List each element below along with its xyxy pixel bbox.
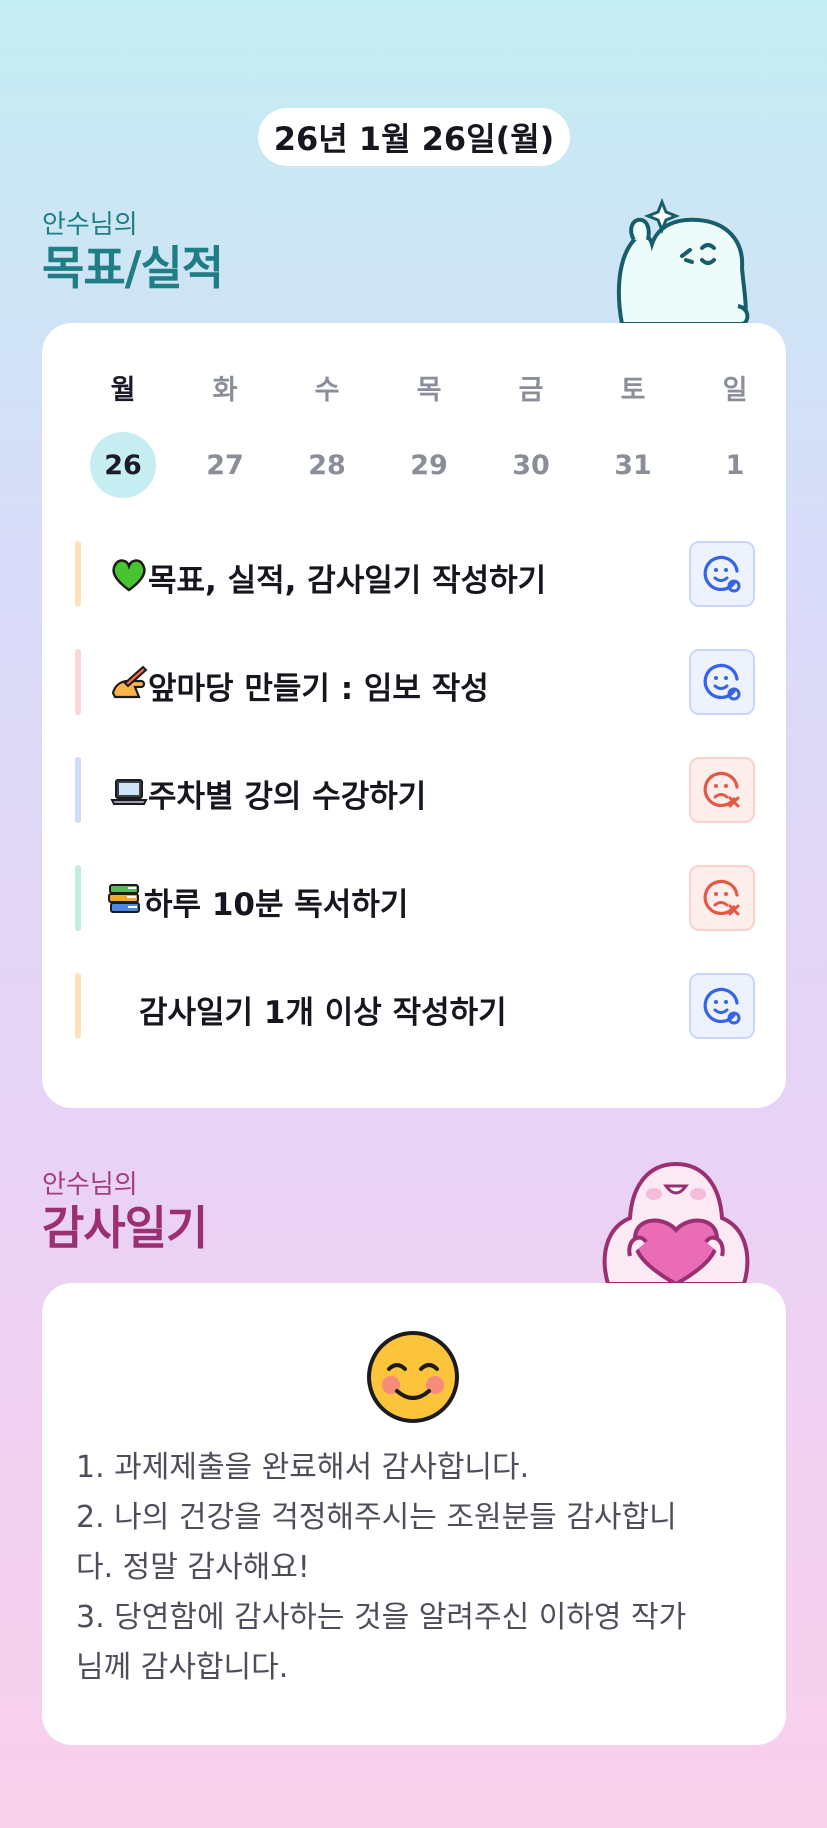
task-label: 앞마당 만들기 : 임보 작성 bbox=[148, 671, 489, 707]
date-cell-selected[interactable]: 26 bbox=[72, 432, 174, 498]
diary-section-title: 감사일기 bbox=[42, 1201, 208, 1255]
task-color-bar bbox=[75, 865, 81, 931]
smile-face-icon bbox=[703, 987, 741, 1025]
date-cell[interactable]: 31 bbox=[582, 433, 684, 497]
weekday-label: 일 bbox=[722, 375, 748, 406]
task-label: 주차별 강의 수강하기 bbox=[148, 779, 427, 815]
weekday-label: 목 bbox=[416, 375, 442, 406]
weekday-row: 월 화 수 목 금 토 일 bbox=[72, 368, 786, 407]
writing-hand-icon bbox=[111, 665, 148, 699]
task-item[interactable]: 주차별 강의 수강하기 bbox=[75, 757, 755, 823]
missed-status-button[interactable] bbox=[689, 757, 755, 823]
weekday-label: 토 bbox=[620, 375, 646, 406]
task-label: 감사일기 1개 이상 작성하기 bbox=[139, 995, 507, 1031]
date-cell[interactable]: 29 bbox=[378, 433, 480, 497]
sad-face-icon bbox=[703, 771, 740, 808]
date-label: 26년 1월 26일(월) bbox=[273, 120, 555, 158]
weekday-label: 화 bbox=[212, 375, 238, 406]
task-item[interactable]: 앞마당 만들기 : 임보 작성 bbox=[75, 649, 755, 715]
date-cell[interactable]: 27 bbox=[174, 433, 276, 497]
smile-face-icon bbox=[703, 555, 741, 593]
green-heart-icon bbox=[112, 559, 146, 592]
goals-section-title: 목표/실적 bbox=[42, 241, 224, 295]
sad-face-icon bbox=[703, 879, 740, 916]
books-icon bbox=[108, 884, 140, 913]
date-cell[interactable]: 30 bbox=[480, 433, 582, 497]
task-color-bar bbox=[75, 757, 81, 823]
achieved-status-button[interactable] bbox=[689, 541, 755, 607]
date-cell[interactable]: 1 bbox=[684, 433, 786, 497]
smiling-face-icon bbox=[367, 1331, 459, 1423]
task-color-bar bbox=[75, 541, 81, 607]
weekday-label: 수 bbox=[314, 375, 340, 406]
laptop-icon bbox=[110, 779, 148, 805]
date-row: 26 27 28 29 30 31 1 bbox=[72, 432, 786, 498]
task-label: 목표, 실적, 감사일기 작성하기 bbox=[148, 563, 547, 599]
diary-entry-text: 1. 과제제출을 완료해서 감사합니다. 2. 나의 건강을 걱정해주시는 조원… bbox=[76, 1450, 687, 1685]
date-pill[interactable]: 26년 1월 26일(월) bbox=[258, 108, 570, 166]
task-label: 하루 10분 독서하기 bbox=[144, 887, 409, 923]
task-item[interactable]: 감사일기 1개 이상 작성하기 bbox=[75, 973, 755, 1039]
weekday-label: 금 bbox=[518, 375, 544, 406]
weekday-label: 월 bbox=[110, 375, 136, 406]
goals-card: 월 화 수 목 금 토 일 26 27 28 29 30 31 1 목표, 실적… bbox=[42, 323, 786, 1108]
task-item[interactable]: 목표, 실적, 감사일기 작성하기 bbox=[75, 541, 755, 607]
task-color-bar bbox=[75, 649, 81, 715]
mascot-heart-icon bbox=[602, 1161, 750, 1284]
mascot-thumbs-up-icon bbox=[616, 197, 750, 324]
achieved-status-button[interactable] bbox=[689, 649, 755, 715]
date-cell[interactable]: 28 bbox=[276, 433, 378, 497]
achieved-status-button[interactable] bbox=[689, 973, 755, 1039]
task-item[interactable]: 하루 10분 독서하기 bbox=[75, 865, 755, 931]
missed-status-button[interactable] bbox=[689, 865, 755, 931]
task-color-bar bbox=[75, 973, 81, 1039]
smile-face-icon bbox=[703, 663, 741, 701]
diary-card: 1. 과제제출을 완료해서 감사합니다. 2. 나의 건강을 걱정해주시는 조원… bbox=[42, 1283, 786, 1745]
